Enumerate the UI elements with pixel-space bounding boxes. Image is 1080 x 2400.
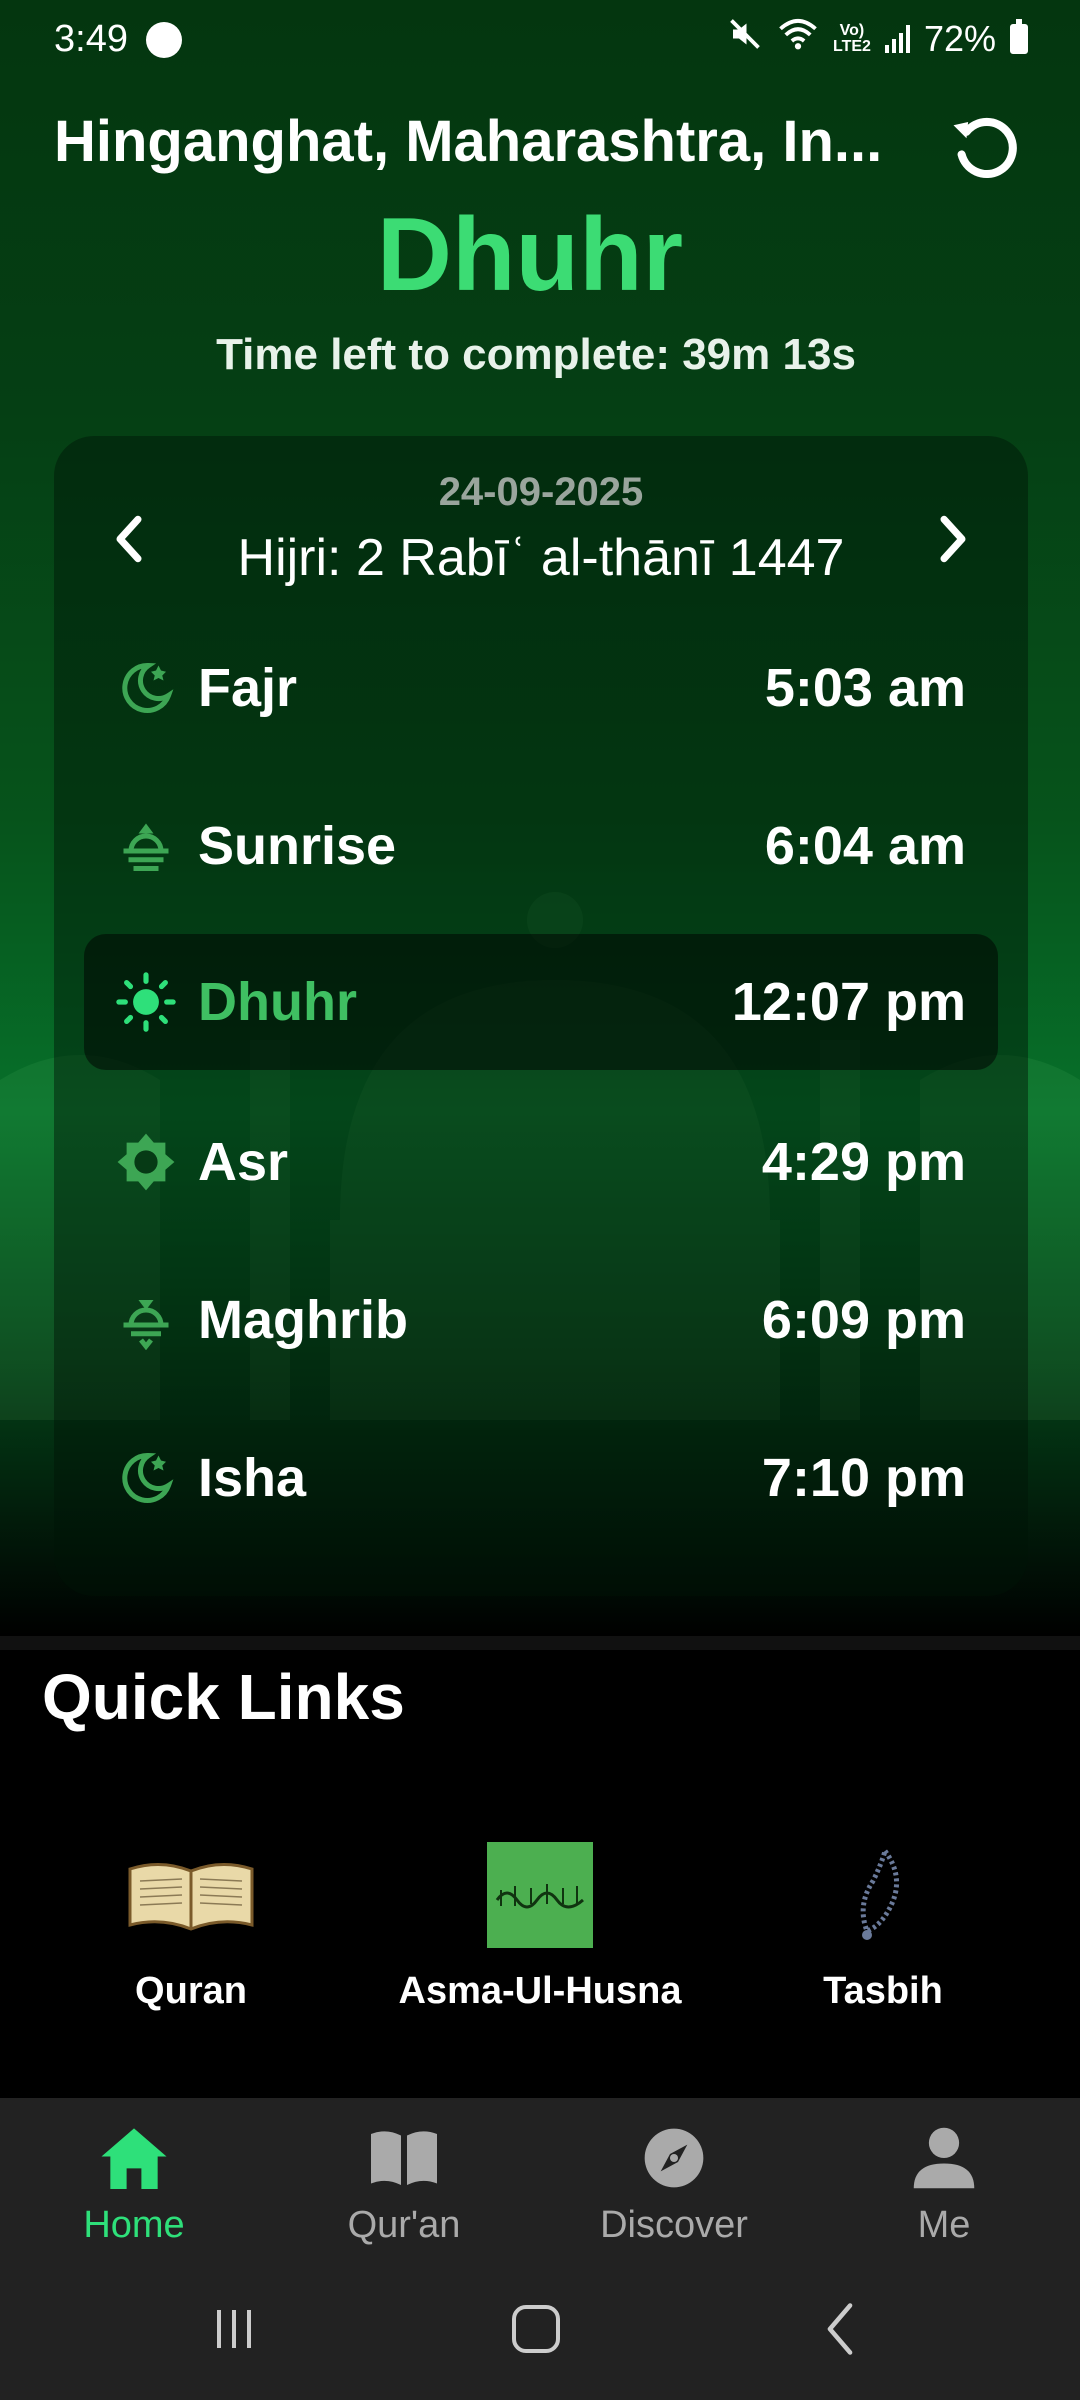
nav-label: Home bbox=[83, 2204, 185, 2246]
recent-apps-button[interactable] bbox=[194, 2294, 274, 2364]
status-bar: 3:49 Vo) LTE2 72% bbox=[0, 0, 1080, 80]
quick-link-quran[interactable]: Quran bbox=[41, 1840, 341, 2013]
nav-me[interactable]: Me bbox=[844, 2118, 1044, 2247]
battery-icon bbox=[1010, 18, 1028, 54]
prayer-row-dhuhr: Dhuhr 12:07 pm bbox=[84, 934, 998, 1070]
tasbih-beads-icon bbox=[733, 1840, 1033, 1950]
signal-icon bbox=[884, 24, 910, 53]
prayer-row-fajr: Fajr 5:03 am bbox=[84, 620, 998, 756]
prayer-row-maghrib: Maghrib 6:09 pm bbox=[84, 1252, 998, 1388]
chevron-left-icon bbox=[116, 515, 142, 563]
bottom-navigation: Home Qur'an Discover Me bbox=[0, 2098, 1080, 2264]
status-time: 3:49 bbox=[54, 18, 128, 60]
time-left: Time left to complete: 39m 13s bbox=[216, 330, 856, 379]
prayer-name: Maghrib bbox=[198, 1290, 408, 1350]
home-square-icon bbox=[512, 2305, 560, 2353]
hijri-date: Hijri: 2 Rabīʿ al-thānī 1447 bbox=[237, 529, 845, 587]
location-title: Hinganghat, Maharashtra, In... bbox=[54, 109, 883, 174]
prayer-time: 6:09 pm bbox=[761, 1290, 966, 1350]
home-icon bbox=[34, 2118, 234, 2198]
nav-label: Me bbox=[917, 2204, 971, 2246]
quick-link-tasbih[interactable]: Tasbih bbox=[733, 1840, 1033, 2013]
sun-icon bbox=[114, 970, 178, 1034]
next-day-button[interactable] bbox=[918, 504, 988, 574]
sunrise-icon bbox=[114, 814, 178, 878]
person-icon bbox=[844, 2118, 1044, 2198]
quick-link-label: Quran bbox=[135, 1970, 247, 2012]
prayer-name: Fajr bbox=[198, 658, 298, 718]
nav-discover[interactable]: Discover bbox=[574, 2118, 774, 2247]
refresh-icon bbox=[953, 118, 1017, 179]
volte-icon: Vo) LTE2 bbox=[833, 21, 871, 55]
prayer-name: Asr bbox=[198, 1132, 289, 1192]
moon-star-icon bbox=[114, 656, 178, 720]
nav-label: Qur'an bbox=[347, 2204, 461, 2246]
quran-book-icon bbox=[41, 1840, 341, 1950]
prayer-times-card: 24-09-2025 Hijri: 2 Rabīʿ al-thānī 1447 … bbox=[54, 436, 1028, 1596]
back-icon bbox=[827, 2303, 853, 2355]
back-button[interactable] bbox=[800, 2294, 880, 2364]
previous-day-button[interactable] bbox=[94, 504, 164, 574]
battery-percent: 72% bbox=[923, 17, 996, 59]
chevron-right-icon bbox=[940, 515, 966, 563]
wifi-icon bbox=[777, 16, 819, 61]
section-divider bbox=[0, 1636, 1080, 1650]
compass-icon bbox=[574, 2118, 774, 2198]
prayer-row-isha: Isha 7:10 pm bbox=[84, 1410, 998, 1546]
home-system-button[interactable] bbox=[496, 2294, 576, 2364]
sunset-icon bbox=[114, 1288, 178, 1352]
calligraphy-icon bbox=[390, 1840, 690, 1950]
recent-apps-icon bbox=[217, 2310, 251, 2348]
prayer-time: 6:04 am bbox=[764, 816, 966, 876]
prayer-time: 12:07 pm bbox=[731, 972, 966, 1032]
prayer-time: 5:03 am bbox=[764, 658, 966, 718]
prayer-name: Sunrise bbox=[198, 816, 397, 876]
refresh-button[interactable] bbox=[946, 108, 1026, 188]
nav-quran[interactable]: Qur'an bbox=[304, 2118, 504, 2247]
quick-link-label: Tasbih bbox=[823, 1970, 943, 2012]
prayer-row-asr: Asr 4:29 pm bbox=[84, 1094, 998, 1230]
nav-label: Discover bbox=[600, 2204, 748, 2246]
moon-star-icon bbox=[114, 1446, 178, 1510]
prayer-name: Isha bbox=[198, 1448, 307, 1508]
prayer-time: 4:29 pm bbox=[761, 1132, 966, 1192]
quick-links-title: Quick Links bbox=[42, 1661, 405, 1733]
gregorian-date: 24-09-2025 bbox=[438, 470, 644, 514]
app-notification-icon bbox=[146, 22, 182, 58]
prayer-row-sunrise: Sunrise 6:04 am bbox=[84, 778, 998, 914]
quick-link-asma-ul-husna[interactable]: Asma-Ul-Husna bbox=[390, 1840, 690, 2013]
book-icon bbox=[304, 2118, 504, 2198]
prayer-name: Dhuhr bbox=[198, 972, 357, 1032]
prayer-time: 7:10 pm bbox=[761, 1448, 966, 1508]
current-prayer: Dhuhr bbox=[376, 197, 684, 313]
nav-home[interactable]: Home bbox=[34, 2118, 234, 2247]
quick-link-label: Asma-Ul-Husna bbox=[398, 1970, 682, 2012]
system-navigation-bar bbox=[0, 2264, 1080, 2400]
mute-icon bbox=[727, 16, 763, 61]
sun-outline-icon bbox=[114, 1130, 178, 1194]
